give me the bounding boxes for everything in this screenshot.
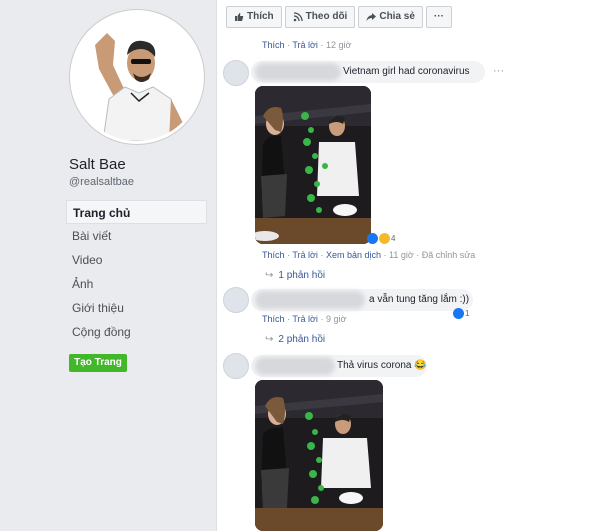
comment-photo[interactable] xyxy=(255,86,371,244)
reaction-summary[interactable]: 4 xyxy=(367,233,395,244)
like-link[interactable]: Thích xyxy=(262,250,285,260)
view-replies-link[interactable]: ↪ 2 phản hồi xyxy=(265,334,325,345)
like-link[interactable]: Thích xyxy=(262,40,285,50)
comment-bubble: Vietnam girl had coronavirus xyxy=(251,61,485,83)
share-label: Chia sẻ xyxy=(379,11,415,22)
haha-reaction-icon xyxy=(379,233,390,244)
blurred-name xyxy=(255,291,365,309)
share-arrow-icon xyxy=(366,13,377,21)
comment-photo[interactable] xyxy=(255,380,383,531)
reply-link[interactable]: Trả lời xyxy=(292,250,318,260)
like-page-button[interactable]: Thích xyxy=(226,6,282,28)
replies-count: 2 phản hồi xyxy=(278,334,326,345)
comment-text: Thả virus corona 😂 xyxy=(337,360,427,371)
share-page-button[interactable]: Chia sẻ xyxy=(358,6,423,28)
page-sidebar: Salt Bae @realsaltbae Trang chủ Bài viết… xyxy=(0,0,216,531)
reaction-count: 1 xyxy=(465,309,470,318)
blurred-name xyxy=(255,63,341,81)
comment-time[interactable]: 12 giờ xyxy=(326,40,351,50)
reply-arrow-icon: ↪ xyxy=(265,270,274,281)
like-reaction-icon xyxy=(367,233,378,244)
edited-label[interactable]: Đã chỉnh sửa xyxy=(422,250,476,260)
nav-item-home[interactable]: Trang chủ xyxy=(66,200,207,224)
comment-bubble: a vẫn tung tăng lắm :)) xyxy=(251,289,473,311)
follow-label: Theo dõi xyxy=(305,11,348,22)
rss-icon xyxy=(293,12,303,22)
reaction-count: 4 xyxy=(391,234,396,243)
commenter-avatar[interactable] xyxy=(223,60,249,86)
comment-meta: Thích · Trả lời · 12 giờ xyxy=(262,40,352,50)
view-replies-link[interactable]: ↪ 1 phản hồi xyxy=(265,270,325,281)
nav-item-videos[interactable]: Video xyxy=(66,248,207,272)
commenter-avatar[interactable] xyxy=(223,287,249,313)
reaction-summary[interactable]: 1 xyxy=(453,308,469,319)
thumbs-up-icon xyxy=(235,13,244,21)
replies-count: 1 phản hồi xyxy=(278,270,326,281)
commenter-avatar[interactable] xyxy=(223,353,249,379)
page-action-bar: Thích Theo dõi Chia sẻ ··· xyxy=(226,6,455,28)
reply-link[interactable]: Trả lời xyxy=(292,40,318,50)
comment-time[interactable]: 11 giờ xyxy=(389,250,414,260)
nav-item-about[interactable]: Giới thiệu xyxy=(66,296,207,320)
reply-link[interactable]: Trả lời xyxy=(292,314,318,324)
page-nav: Trang chủ Bài viết Video Ảnh Giới thiệu … xyxy=(66,200,207,344)
comment-time[interactable]: 9 giờ xyxy=(326,314,346,324)
like-label: Thích xyxy=(247,11,274,22)
main-feed: Thích Theo dõi Chia sẻ ··· Thích · Trả l… xyxy=(216,0,600,531)
comment-options-icon[interactable]: ··· xyxy=(493,65,504,77)
translate-link[interactable]: Xem bản dịch xyxy=(326,250,381,260)
comment-text: Vietnam girl had coronavirus xyxy=(343,66,470,77)
nav-item-photos[interactable]: Ảnh xyxy=(66,272,207,296)
nav-item-posts[interactable]: Bài viết xyxy=(66,224,207,248)
create-page-button[interactable]: Tạo Trang xyxy=(69,354,127,372)
page-title[interactable]: Salt Bae xyxy=(69,156,126,173)
comment-meta: Thích · Trả lời · 9 giờ xyxy=(262,314,347,324)
follow-page-button[interactable]: Theo dõi xyxy=(284,6,356,28)
comment-bubble: Thả virus corona 😂 xyxy=(251,355,427,377)
blurred-name xyxy=(255,357,335,375)
page-profile-picture[interactable] xyxy=(70,10,204,144)
like-reaction-icon xyxy=(453,308,464,319)
nav-item-community[interactable]: Cộng đồng xyxy=(66,320,207,344)
page-username[interactable]: @realsaltbae xyxy=(69,176,134,188)
more-options-button[interactable]: ··· xyxy=(425,6,452,28)
like-link[interactable]: Thích xyxy=(262,314,285,324)
reply-arrow-icon: ↪ xyxy=(265,334,274,345)
comment-meta: Thích · Trả lời · Xem bản dịch · 11 giờ … xyxy=(262,250,476,260)
